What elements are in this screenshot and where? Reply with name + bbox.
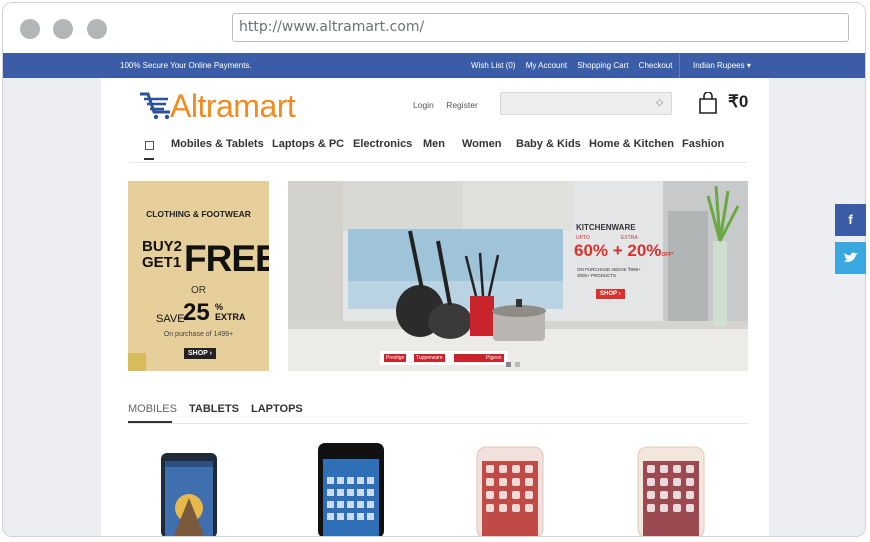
- address-bar[interactable]: http://www.altramart.com/: [232, 13, 849, 42]
- kitchenware-note: ON PURCHASE ABOVE ₹999+ 3000+ PRODUCTS: [577, 267, 641, 279]
- tab-mobiles[interactable]: MOBILES: [128, 403, 177, 415]
- login-link[interactable]: Login: [413, 100, 434, 110]
- account-links: Wish List (0) My Account Shopping Cart C…: [471, 53, 680, 78]
- promo-extra-percent-sign: %: [215, 302, 224, 312]
- window-minimize-dot[interactable]: [53, 19, 73, 39]
- product-phone-lumia[interactable]: [316, 443, 386, 537]
- kitchenware-offer: 60% + 20%OFF*: [574, 241, 673, 261]
- facebook-share-button[interactable]: f: [835, 204, 866, 236]
- kitchenware-shop-button[interactable]: SHOP ›: [596, 289, 625, 299]
- promo-save: SAVE: [156, 313, 185, 325]
- promo-or: OR: [191, 285, 206, 296]
- kitchenware-offer-value: 60% + 20%: [574, 241, 662, 260]
- facebook-icon: f: [848, 212, 853, 227]
- search-input[interactable]: ◇: [500, 92, 672, 115]
- shopping-cart-link[interactable]: Shopping Cart: [577, 61, 628, 70]
- search-dropdown-icon[interactable]: ◇: [656, 97, 663, 108]
- home-active-indicator: [144, 158, 154, 160]
- promo-free: FREE: [184, 238, 269, 279]
- nav-men[interactable]: Men: [423, 138, 445, 150]
- carousel-dot-1[interactable]: [506, 362, 511, 367]
- product-phone-iphone-silver[interactable]: [475, 443, 545, 537]
- nav-home-kitchen[interactable]: Home & Kitchen: [589, 138, 674, 150]
- brand-tupperware: Tupperware: [414, 354, 445, 362]
- nav-women[interactable]: Women: [462, 138, 502, 150]
- promo-purchase-note: On purchase of 1499+: [163, 331, 234, 338]
- nav-fashion[interactable]: Fashion: [682, 138, 724, 150]
- nav-mobiles-tablets[interactable]: Mobiles & Tablets: [171, 138, 264, 150]
- shopping-bag-icon[interactable]: [698, 92, 718, 114]
- promo-percent: 25: [183, 299, 210, 326]
- brand-logo-strip: Prestige Tupperware Pigeon: [380, 351, 508, 365]
- window-maximize-dot[interactable]: [87, 19, 107, 39]
- tab-divider: [128, 423, 748, 424]
- carousel-dot-2[interactable]: [515, 362, 520, 367]
- logo-text: Altramart: [170, 88, 296, 124]
- kitchen-scene-image: [288, 181, 748, 371]
- brand-logo: [454, 354, 484, 362]
- site-page: Altramart Login Register ◇ ₹0 Mobiles & …: [101, 78, 769, 537]
- browser-window: http://www.altramart.com/ 100% Secure Yo…: [2, 2, 866, 537]
- promo-shop-button[interactable]: SHOP ›: [184, 348, 216, 359]
- wishlist-link[interactable]: Wish List (0): [471, 61, 515, 70]
- logo-cart-icon: [140, 92, 170, 120]
- register-link[interactable]: Register: [446, 100, 478, 110]
- product-phone-nexus[interactable]: [159, 443, 221, 537]
- promo-heading: CLOTHING & FOOTWEAR: [146, 209, 251, 219]
- top-bar: 100% Secure Your Online Payments. Wish L…: [3, 53, 865, 78]
- kitchenware-note-line2: 3000+ PRODUCTS: [577, 273, 617, 278]
- brand-pigeon: Pigeon: [484, 354, 504, 362]
- home-icon[interactable]: [145, 141, 154, 150]
- my-account-link[interactable]: My Account: [526, 61, 567, 70]
- secure-payment-text: 100% Secure Your Online Payments.: [120, 61, 252, 70]
- tab-tablets[interactable]: TABLETS: [189, 403, 239, 415]
- clothing-promo-banner[interactable]: CLOTHING & FOOTWEAR BUY2 GET1 FREE OR SA…: [128, 181, 269, 371]
- nav-divider: [129, 162, 747, 163]
- browser-chrome: http://www.altramart.com/: [3, 3, 865, 53]
- promo-buy-line1: BUY2: [142, 238, 183, 255]
- checkout-link[interactable]: Checkout: [639, 61, 673, 70]
- window-close-dot[interactable]: [20, 19, 40, 39]
- brand-prestige: Prestige: [384, 354, 407, 362]
- tab-laptops[interactable]: LAPTOPS: [251, 403, 303, 415]
- nav-electronics[interactable]: Electronics: [353, 138, 412, 150]
- nav-baby-kids[interactable]: Baby & Kids: [516, 138, 581, 150]
- nav-laptops-pc[interactable]: Laptops & PC: [272, 138, 344, 150]
- auth-links: Login Register: [413, 100, 488, 110]
- kitchenware-slider[interactable]: KITCHENWARE UPTO EXTRA 60% + 20%OFF* ON …: [288, 181, 748, 371]
- promo-decor-square: [128, 353, 146, 371]
- promo-buy-offer: BUY2 GET1: [142, 239, 182, 271]
- promo-extra-label: EXTRA: [215, 312, 246, 322]
- promo-extra: % EXTRA: [215, 302, 246, 322]
- twitter-icon: [844, 252, 858, 262]
- product-phone-iphone-gold[interactable]: [636, 443, 706, 537]
- promo-buy-line2: GET1: [142, 254, 182, 271]
- kitchenware-offer-suffix: OFF*: [661, 252, 674, 258]
- kitchenware-title: KITCHENWARE: [576, 223, 636, 232]
- topbar-divider: [679, 53, 680, 78]
- currency-selector[interactable]: Indian Rupees ▾: [693, 53, 751, 78]
- twitter-share-button[interactable]: [835, 242, 866, 274]
- cart-total[interactable]: ₹0: [728, 92, 748, 112]
